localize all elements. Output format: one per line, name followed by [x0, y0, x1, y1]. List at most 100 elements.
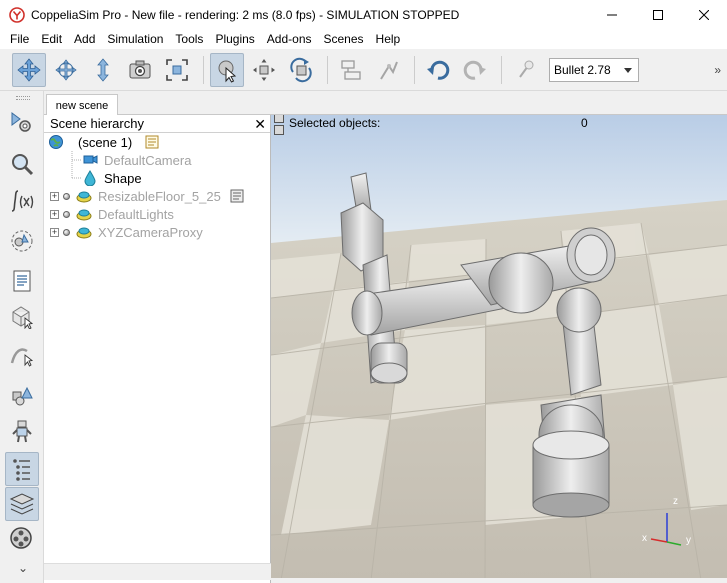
menu-scenes[interactable]: Scenes	[318, 30, 370, 49]
tab-new-scene[interactable]: new scene	[46, 94, 118, 116]
model-browser-button[interactable]	[5, 414, 39, 448]
axis-label-y: y	[686, 535, 691, 546]
video-recorder-button[interactable]	[5, 521, 39, 555]
fit-to-view-icon	[166, 58, 188, 81]
click-select-button[interactable]	[210, 52, 244, 87]
physics-engine-value: Bullet 2.78	[554, 62, 611, 77]
selected-objects-label: Selected objects:	[289, 116, 381, 130]
menu-plugins[interactable]: Plugins	[209, 30, 260, 49]
object-shift-button[interactable]	[247, 53, 281, 87]
dynamics-toggle-button[interactable]	[508, 53, 542, 87]
toolbar-separator	[203, 55, 204, 84]
camera-rotate-button[interactable]	[49, 53, 83, 87]
selection-info-bar: Selected objects: 0	[271, 115, 588, 135]
object-rotate-icon	[290, 57, 312, 82]
toolbar-grip[interactable]	[16, 96, 30, 100]
hierarchy-horizontal-scrollbar[interactable]	[44, 563, 271, 580]
selection-button[interactable]	[5, 147, 39, 181]
chevron-down-icon	[624, 67, 632, 73]
close-button[interactable]	[681, 0, 727, 30]
collections-button[interactable]	[5, 224, 39, 258]
maximize-button[interactable]	[635, 0, 681, 30]
tree-item-label: (scene 1)	[78, 134, 133, 150]
scripts-button[interactable]	[5, 264, 39, 298]
tree-item-label: Shape	[104, 170, 142, 186]
undo-icon	[427, 60, 450, 80]
collapse-info-icon[interactable]	[274, 115, 284, 123]
scene-tab-strip: new scene	[44, 91, 727, 116]
user-settings-icon	[12, 386, 33, 406]
transfer-dna-icon	[380, 61, 398, 80]
toolbar-separator	[501, 55, 502, 84]
maximize-icon	[653, 10, 663, 20]
simulation-settings-icon	[519, 60, 534, 78]
tree-item-default-lights[interactable]: + DefaultLights	[50, 205, 174, 223]
toolbar-overflow-button[interactable]: »	[714, 63, 721, 77]
expand-icon[interactable]: +	[50, 191, 59, 201]
visibility-dot-icon	[63, 228, 70, 236]
path-edit-button[interactable]	[5, 337, 39, 371]
selection-icon	[12, 154, 34, 176]
undo-button[interactable]	[421, 53, 455, 87]
toggle-info-icon[interactable]	[274, 125, 284, 135]
click-select-icon	[218, 60, 237, 83]
assemble-button[interactable]	[334, 53, 368, 87]
tree-item-label: DefaultLights	[98, 206, 174, 222]
scene-hierarchy-button[interactable]	[5, 452, 39, 486]
app-logo-icon	[9, 7, 25, 23]
menu-edit[interactable]: Edit	[35, 30, 68, 49]
camera-pan-button[interactable]	[12, 52, 46, 87]
tree-item-xyz-camera-proxy[interactable]: + XYZCameraProxy	[50, 223, 203, 241]
expand-icon[interactable]: +	[50, 227, 59, 237]
redo-icon	[463, 60, 486, 80]
axis-label-z: z	[673, 496, 678, 507]
toolbar-separator	[327, 55, 328, 84]
shapes-edit-icon	[12, 306, 34, 329]
tree-item-scene[interactable]: (scene 1)	[48, 133, 166, 151]
minimize-button[interactable]	[589, 0, 635, 30]
left-toolbar: ⌄	[0, 91, 44, 583]
main-toolbar: Bullet 2.78 »	[0, 49, 727, 91]
tree-item-resizable-floor[interactable]: + ResizableFloor_5_25	[50, 187, 251, 205]
object-rotate-button[interactable]	[284, 53, 318, 87]
minimize-icon	[607, 14, 617, 16]
redo-button[interactable]	[458, 53, 492, 87]
tree-item-label: DefaultCamera	[104, 152, 192, 168]
menu-help[interactable]: Help	[370, 30, 407, 49]
script-icon[interactable]	[229, 188, 245, 204]
scene-hierarchy-icon	[13, 459, 30, 481]
menu-file[interactable]: File	[4, 30, 35, 49]
menu-tools[interactable]: Tools	[169, 30, 209, 49]
shape-edit-button[interactable]	[5, 299, 39, 333]
menu-add-ons[interactable]: Add-ons	[261, 30, 318, 49]
axis-label-x: x	[642, 533, 647, 544]
scene-viewport[interactable]: z x y Selected objects: 0	[271, 115, 727, 580]
transfer-dna-button[interactable]	[371, 53, 405, 87]
camera-icon	[83, 155, 98, 164]
camera-shift-button[interactable]	[86, 53, 120, 87]
menu-add[interactable]: Add	[68, 30, 101, 49]
shape-icon	[84, 170, 96, 186]
camera-angle-button[interactable]	[123, 53, 157, 87]
bottom-status-strip	[271, 578, 727, 583]
menu-simulation[interactable]: Simulation	[101, 30, 169, 49]
fit-to-view-button[interactable]	[160, 53, 194, 87]
tree-item-shape[interactable]: Shape	[82, 169, 142, 187]
model-icon	[76, 227, 92, 239]
left-toolbar-overflow-button[interactable]: ⌄	[18, 561, 28, 575]
toolbar-separator	[414, 55, 415, 84]
expand-icon[interactable]: +	[50, 209, 59, 219]
layers-icon	[9, 493, 35, 515]
tree-item-default-camera[interactable]: DefaultCamera	[82, 151, 191, 169]
camera-angle-icon	[129, 60, 151, 78]
object-properties-button[interactable]	[5, 379, 39, 413]
title-bar: CoppeliaSim Pro - New file - rendering: …	[0, 0, 727, 30]
physics-engine-select[interactable]: Bullet 2.78	[549, 57, 639, 82]
camera-pan-icon	[17, 57, 41, 82]
globe-icon	[49, 135, 63, 149]
video-recorder-icon	[10, 527, 32, 549]
layers-button[interactable]	[5, 487, 39, 521]
calculation-modules-button[interactable]	[5, 184, 39, 218]
simulation-settings-button[interactable]	[5, 105, 39, 139]
script-icon[interactable]	[144, 134, 160, 150]
